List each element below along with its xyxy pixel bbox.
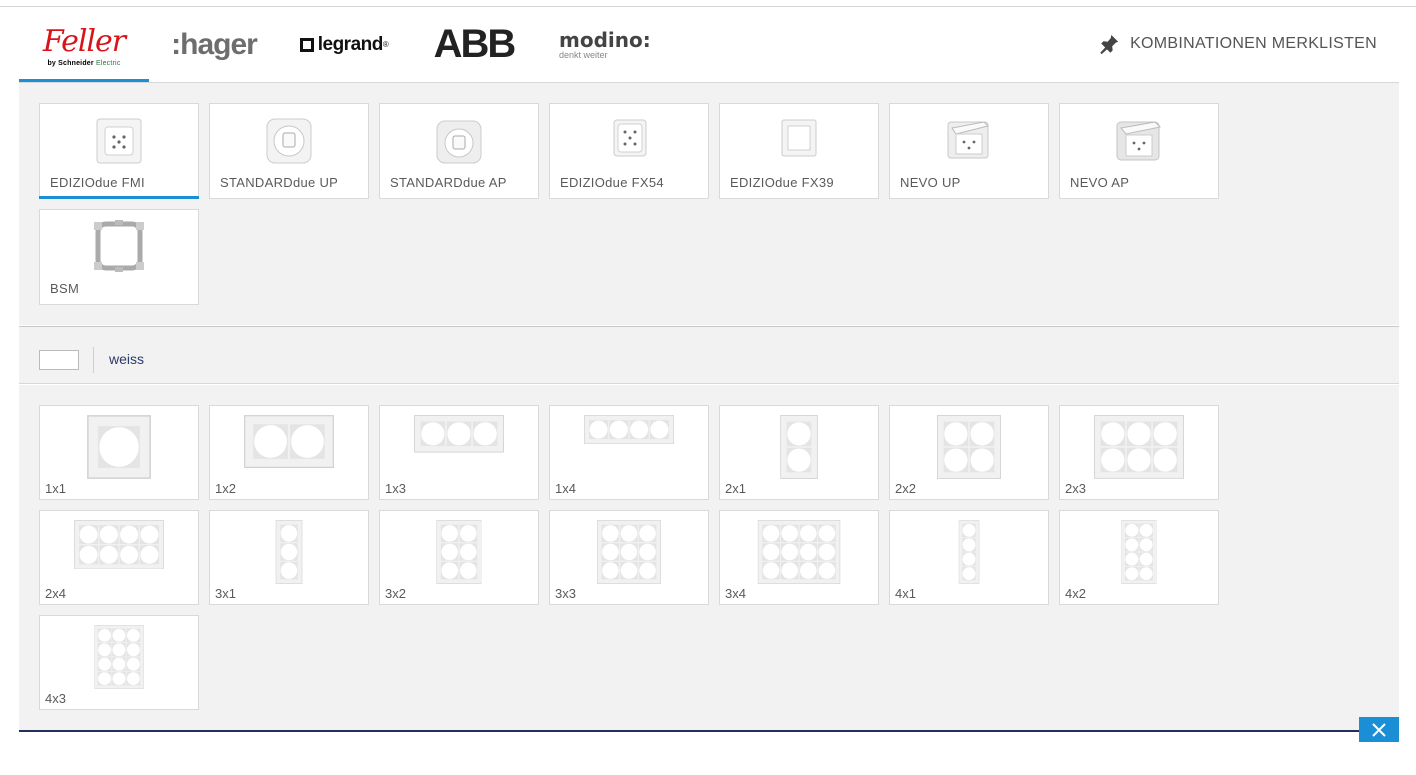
ip-socket-icon <box>947 121 989 159</box>
frame-tile-3x3[interactable]: 3x3 <box>549 510 709 605</box>
pin-icon <box>1100 34 1119 55</box>
modino-logo-sub: denkt weiter <box>559 49 608 60</box>
socket-flush-icon <box>96 118 142 164</box>
product-tile-standard-ap[interactable]: STANDARDdue AP <box>379 103 539 199</box>
frame-thumbnail <box>94 625 144 689</box>
legrand-square-icon <box>299 37 314 52</box>
frame-tile-3x4[interactable]: 3x4 <box>719 510 879 605</box>
frame-thumbnail <box>597 520 661 584</box>
feller-logo-sub: by Schneider Electric <box>47 59 121 67</box>
frame-tile-4x1[interactable]: 4x1 <box>889 510 1049 605</box>
socket-flush-icon <box>613 119 647 157</box>
close-button[interactable] <box>1359 717 1399 742</box>
color-swatch-weiss[interactable] <box>39 350 79 370</box>
product-label: STANDARDdue AP <box>390 175 507 190</box>
legrand-logo: legrand <box>317 33 384 55</box>
product-tile-nevo-up[interactable]: NEVO UP <box>889 103 1049 199</box>
frame-thumbnail <box>757 520 841 584</box>
product-label: STANDARDdue UP <box>220 175 339 190</box>
ip-socket-surface-icon <box>1116 121 1162 161</box>
modino-logo: modino: <box>559 27 651 52</box>
product-label: EDIZIOdue FMI <box>50 175 145 190</box>
round-switch-icon <box>266 118 312 164</box>
brand-tab-feller[interactable]: Feller by Schneider Electric <box>19 7 149 82</box>
frame-label: 3x3 <box>555 586 576 601</box>
bottom-divider <box>19 730 1359 732</box>
frame-label: 3x2 <box>385 586 406 601</box>
frame-thumbnail <box>780 415 818 479</box>
frame-tile-1x2[interactable]: 1x2 <box>209 405 369 500</box>
feller-logo: Feller <box>42 23 126 59</box>
frame-thumbnail <box>1121 520 1157 584</box>
frame-tile-1x1[interactable]: 1x1 <box>39 405 199 500</box>
frame-label: 4x2 <box>1065 586 1086 601</box>
square-switch-icon <box>781 119 817 157</box>
product-grid: EDIZIOdue FMI STANDARDdue UP STANDARDdue… <box>19 82 1399 325</box>
kombinationen-label: KOMBINATIONEN MERKLISTEN <box>1130 35 1377 52</box>
frame-label: 3x1 <box>215 586 236 601</box>
frame-tile-2x3[interactable]: 2x3 <box>1059 405 1219 500</box>
product-tile-edizio-fmi[interactable]: EDIZIOdue FMI <box>39 103 199 199</box>
frame-tile-1x4[interactable]: 1x4 <box>549 405 709 500</box>
brand-bar: Feller by Schneider Electric :hager legr… <box>19 7 1399 82</box>
product-label: NEVO AP <box>1070 175 1130 190</box>
frame-label: 2x1 <box>725 481 746 496</box>
product-label: NEVO UP <box>900 175 961 190</box>
frame-tile-3x2[interactable]: 3x2 <box>379 510 539 605</box>
frame-label: 4x1 <box>895 586 916 601</box>
brand-tab-hager[interactable]: :hager <box>159 7 269 82</box>
product-tile-edizio-fx39[interactable]: EDIZIOdue FX39 <box>719 103 879 199</box>
frame-grid: 1x1 1x2 1x3 1x4 2x1 2x2 2x3 2x4 3x1 3x2 3x3 3x4 4x1 4… <box>19 385 1399 730</box>
brand-tab-abb[interactable]: ABB <box>424 7 524 82</box>
frame-label: 3x4 <box>725 586 746 601</box>
frame-tile-2x1[interactable]: 2x1 <box>719 405 879 500</box>
frame-label: 1x2 <box>215 481 236 496</box>
frame-thumbnail <box>244 415 334 468</box>
product-label: EDIZIOdue FX39 <box>730 175 834 190</box>
frame-tile-3x1[interactable]: 3x1 <box>209 510 369 605</box>
frame-tile-2x2[interactable]: 2x2 <box>889 405 1049 500</box>
frame-thumbnail <box>937 415 1001 479</box>
frame-thumbnail <box>275 520 303 584</box>
color-divider <box>93 347 94 373</box>
frame-thumbnail <box>436 520 482 584</box>
frame-label: 1x3 <box>385 481 406 496</box>
brand-tab-legrand[interactable]: legrand ® <box>289 7 399 82</box>
brand-tab-modino[interactable]: modino: denkt weiter <box>549 7 659 82</box>
mounting-frame-icon <box>94 220 144 272</box>
product-tile-standard-up[interactable]: STANDARDdue UP <box>209 103 369 199</box>
frame-thumbnail <box>584 415 674 445</box>
frame-thumbnail <box>414 415 504 453</box>
frame-label: 2x4 <box>45 586 66 601</box>
frame-thumbnail <box>1094 415 1184 479</box>
product-label: BSM <box>50 281 80 296</box>
product-tile-bsm[interactable]: BSM <box>39 209 199 305</box>
hager-logo: :hager <box>171 27 258 61</box>
frame-label: 1x1 <box>45 481 66 496</box>
color-label[interactable]: weiss <box>109 351 144 367</box>
close-icon <box>1372 722 1386 737</box>
frame-label: 4x3 <box>45 691 66 706</box>
frame-tile-1x3[interactable]: 1x3 <box>379 405 539 500</box>
frame-label: 1x4 <box>555 481 576 496</box>
frame-label: 2x2 <box>895 481 916 496</box>
round-switch-surface-icon <box>436 120 482 164</box>
frame-tile-4x2[interactable]: 4x2 <box>1059 510 1219 605</box>
frame-tile-2x4[interactable]: 2x4 <box>39 510 199 605</box>
color-selector: weiss <box>19 326 1399 384</box>
product-tile-edizio-fx54[interactable]: EDIZIOdue FX54 <box>549 103 709 199</box>
frame-tile-4x3[interactable]: 4x3 <box>39 615 199 710</box>
product-label: EDIZIOdue FX54 <box>560 175 664 190</box>
abb-logo: ABB <box>433 22 517 66</box>
product-tile-nevo-ap[interactable]: NEVO AP <box>1059 103 1219 199</box>
frame-thumbnail <box>87 415 151 479</box>
frame-thumbnail <box>74 520 164 570</box>
frame-label: 2x3 <box>1065 481 1086 496</box>
frame-thumbnail <box>958 520 980 584</box>
kombinationen-merklisten-button[interactable]: KOMBINATIONEN MERKLISTEN <box>1098 33 1377 55</box>
